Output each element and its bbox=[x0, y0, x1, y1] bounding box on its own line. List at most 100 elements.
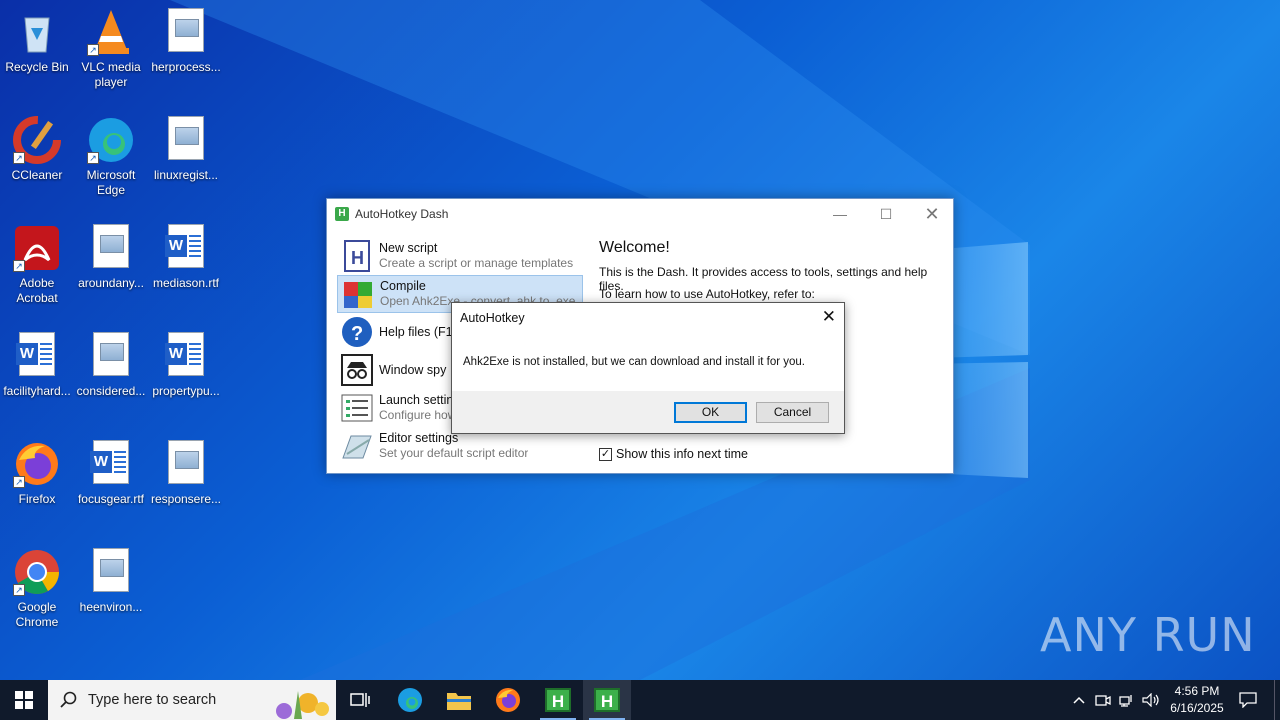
image-file-icon bbox=[93, 224, 129, 268]
autohotkey-message-dialog[interactable]: AutoHotkey ✕ Ahk2Exe is not installed, b… bbox=[451, 302, 845, 434]
dialog-title: AutoHotkey bbox=[460, 311, 525, 325]
desktop-icon-label: linuxregist... bbox=[153, 168, 219, 182]
taskbar-autohotkey-dash-button[interactable]: H bbox=[583, 680, 631, 720]
desktop-icon-considered[interactable]: considered... bbox=[74, 332, 148, 399]
start-button[interactable] bbox=[0, 680, 48, 720]
desktop-icon-responsere[interactable]: responsere... bbox=[149, 440, 223, 507]
dash-item-subtitle: Set your default script editor bbox=[379, 446, 529, 460]
new-script-icon: H bbox=[341, 240, 373, 272]
edge-icon bbox=[398, 688, 422, 712]
word-document-icon: W bbox=[165, 224, 204, 268]
dialog-close-button[interactable]: ✕ bbox=[822, 307, 836, 327]
desktop-icon-label: heenviron... bbox=[79, 600, 143, 614]
desktop-icon-heenviron[interactable]: heenviron... bbox=[74, 548, 148, 615]
shortcut-arrow-icon: ↗ bbox=[13, 476, 25, 488]
show-desktop-divider[interactable] bbox=[1274, 680, 1275, 720]
close-button[interactable]: ✕ bbox=[909, 199, 955, 229]
desktop-icon-vlc[interactable]: ↗ VLC media player bbox=[74, 8, 148, 90]
dash-item-subtitle: Create a script or manage templates bbox=[379, 256, 574, 270]
maximize-button[interactable]: ☐ bbox=[863, 199, 909, 229]
desktop-icon-label: CCleaner bbox=[11, 168, 63, 182]
ccleaner-icon: ↗ bbox=[13, 116, 61, 164]
desktop-icon-propertypu[interactable]: W propertypu... bbox=[149, 332, 223, 399]
desktop-icon-facilityhard[interactable]: W facilityhard... bbox=[0, 332, 74, 399]
desktop-icon-label: Google Chrome bbox=[15, 600, 59, 629]
desktop-icon-google-chrome[interactable]: ↗ Google Chrome bbox=[0, 548, 74, 630]
acrobat-icon: ↗ bbox=[13, 224, 61, 272]
image-file-icon bbox=[93, 548, 129, 592]
image-file-icon bbox=[93, 332, 129, 376]
search-highlight-flowers-icon bbox=[276, 691, 329, 719]
speaker-icon bbox=[1142, 693, 1159, 707]
search-placeholder: Type here to search bbox=[88, 692, 217, 708]
desktop-icon-edge[interactable]: ↗ Microsoft Edge bbox=[74, 116, 148, 198]
desktop-icon-label: propertypu... bbox=[152, 384, 220, 398]
minimize-button[interactable]: — bbox=[817, 199, 863, 229]
tray-meet-now-button[interactable] bbox=[1092, 680, 1114, 720]
desktop-icon-linuxregist[interactable]: linuxregist... bbox=[149, 116, 223, 183]
dialog-message: Ahk2Exe is not installed, but we can dow… bbox=[463, 356, 806, 368]
windows-logo-icon bbox=[15, 691, 33, 709]
taskbar-firefox-button[interactable] bbox=[484, 680, 532, 720]
action-center-button[interactable] bbox=[1234, 680, 1262, 720]
image-file-icon bbox=[168, 8, 204, 52]
network-icon bbox=[1119, 695, 1132, 707]
word-document-icon: W bbox=[90, 440, 129, 484]
desktop-icon-recycle-bin[interactable]: Recycle Bin bbox=[0, 8, 74, 75]
dash-item-new-script[interactable]: H New script Create a script or manage t… bbox=[337, 237, 583, 275]
desktop-icon-label: aroundany... bbox=[78, 276, 144, 290]
dash-titlebar[interactable]: H AutoHotkey Dash — ☐ ✕ bbox=[327, 199, 953, 229]
svg-text:?: ? bbox=[351, 323, 363, 345]
desktop-icon-adobe-acrobat[interactable]: ↗ Adobe Acrobat bbox=[0, 224, 74, 306]
desktop-icon-ccleaner[interactable]: ↗ CCleaner bbox=[0, 116, 74, 183]
show-info-label: Show this info next time bbox=[616, 447, 749, 461]
clock-date: 6/16/2025 bbox=[1170, 701, 1224, 715]
ok-button[interactable]: OK bbox=[674, 402, 747, 423]
folder-icon bbox=[447, 693, 471, 710]
dash-item-title: Window spy bbox=[379, 362, 447, 377]
desktop-icon-focusgear[interactable]: W focusgear.rtf bbox=[74, 440, 148, 507]
desktop-icon-label: focusgear.rtf bbox=[77, 492, 145, 506]
autohotkey-icon: H bbox=[594, 688, 620, 712]
desktop-icon-aroundany[interactable]: aroundany... bbox=[74, 224, 148, 291]
desktop-icon-label: Microsoft Edge bbox=[86, 168, 136, 197]
compile-icon bbox=[342, 278, 374, 310]
taskbar-search-box[interactable]: Type here to search bbox=[48, 680, 336, 720]
task-view-button[interactable] bbox=[336, 680, 384, 720]
show-info-checkbox[interactable]: ✓ Show this info next time bbox=[599, 447, 748, 461]
firefox-icon: ↗ bbox=[13, 440, 61, 488]
taskbar-file-explorer-button[interactable] bbox=[435, 680, 483, 720]
cancel-button[interactable]: Cancel bbox=[756, 402, 829, 423]
device-icon bbox=[1095, 695, 1111, 706]
desktop-icon-label: Adobe Acrobat bbox=[16, 276, 58, 305]
edge-icon: ↗ bbox=[87, 116, 135, 164]
shortcut-arrow-icon: ↗ bbox=[87, 44, 99, 56]
help-icon: ? bbox=[341, 316, 373, 348]
desktop-icon-herprocess[interactable]: herprocess... bbox=[149, 8, 223, 75]
dash-item-title: Help files (F1) bbox=[379, 324, 457, 339]
welcome-learn-line: To learn how to use AutoHotkey, refer to… bbox=[599, 287, 815, 301]
tray-network-button[interactable] bbox=[1116, 680, 1138, 720]
taskbar-autohotkey-button[interactable]: H bbox=[534, 680, 582, 720]
show-hidden-icons-button[interactable] bbox=[1068, 680, 1090, 720]
tray-volume-button[interactable] bbox=[1140, 680, 1162, 720]
image-file-icon bbox=[168, 116, 204, 160]
desktop-icon-firefox[interactable]: ↗ Firefox bbox=[0, 440, 74, 507]
anyrun-watermark: ANY RUN bbox=[1040, 608, 1256, 662]
taskbar-clock[interactable]: 4:56 PM 6/16/2025 bbox=[1166, 683, 1228, 717]
search-icon bbox=[60, 691, 77, 708]
desktop-icon-label: responsere... bbox=[150, 492, 222, 506]
image-file-icon bbox=[168, 440, 204, 484]
desktop-icon-label: mediason.rtf bbox=[152, 276, 220, 290]
clock-time: 4:56 PM bbox=[1174, 684, 1220, 698]
taskbar-edge-button[interactable] bbox=[386, 680, 434, 720]
dash-item-title: New script bbox=[379, 241, 438, 255]
desktop-icon-mediason[interactable]: W mediason.rtf bbox=[149, 224, 223, 291]
autohotkey-app-icon: H bbox=[335, 207, 349, 221]
dash-window-title: AutoHotkey Dash bbox=[355, 207, 449, 221]
editor-settings-icon bbox=[341, 430, 373, 462]
launch-settings-icon bbox=[341, 392, 373, 424]
chevron-up-icon bbox=[1073, 696, 1085, 704]
shortcut-arrow-icon: ↗ bbox=[87, 152, 99, 164]
desktop-icon-label: herprocess... bbox=[151, 60, 221, 74]
